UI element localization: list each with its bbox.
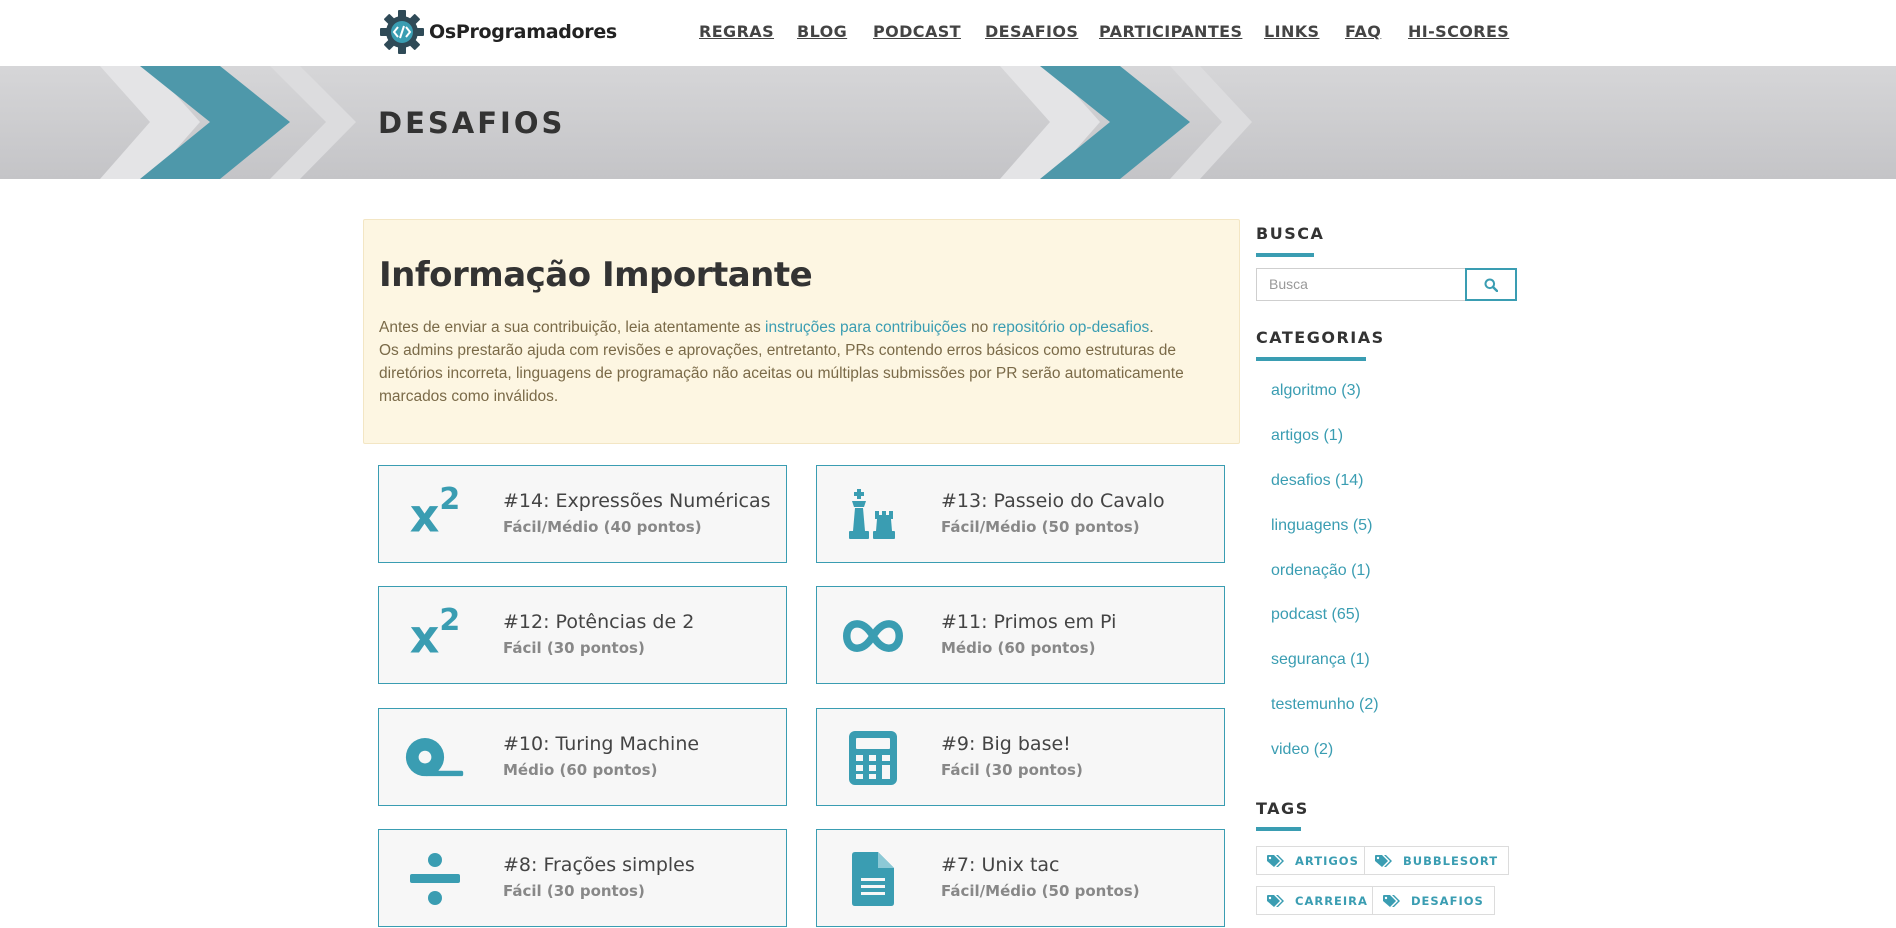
category-testemunho[interactable]: testemunho (2) <box>1271 696 1379 714</box>
category-algoritmo[interactable]: algoritmo (3) <box>1271 382 1361 400</box>
challenge-difficulty: Fácil (30 pontos) <box>941 761 1083 779</box>
nav-podcast[interactable]: PODCAST <box>873 22 961 41</box>
gear-code-icon <box>380 10 424 54</box>
challenge-card[interactable]: #13: Passeio do Cavalo Fácil/Médio (50 p… <box>816 465 1225 563</box>
divide-icon <box>405 850 465 908</box>
nav-links[interactable]: LINKS <box>1264 22 1319 41</box>
nav-participantes[interactable]: PARTICIPANTES <box>1099 22 1242 41</box>
tag-label: BUBBLESORT <box>1403 853 1499 868</box>
tags-icon <box>1375 854 1392 867</box>
tag-artigos[interactable]: ARTIGOS <box>1256 846 1370 875</box>
tag-desafios[interactable]: DESAFIOS <box>1372 886 1495 915</box>
challenge-title: #10: Turing Machine <box>503 733 700 755</box>
heading-underline <box>1256 827 1301 831</box>
category-seguranca[interactable]: segurança (1) <box>1271 651 1370 669</box>
chevron-banner-decoration <box>100 66 1252 179</box>
tag-label: DESAFIOS <box>1411 893 1484 908</box>
challenge-title: #11: Primos em Pi <box>941 611 1117 633</box>
file-text-icon <box>843 850 903 908</box>
challenge-card[interactable]: x2 #12: Potências de 2 Fácil (30 pontos) <box>378 586 787 684</box>
search-button[interactable] <box>1465 268 1517 301</box>
category-video[interactable]: video (2) <box>1271 741 1333 759</box>
tag-bubblesort[interactable]: BUBBLESORT <box>1364 846 1510 875</box>
challenge-card[interactable]: #8: Frações simples Fácil (30 pontos) <box>378 829 787 927</box>
category-desafios[interactable]: desafios (14) <box>1271 472 1364 490</box>
tags-icon <box>1383 894 1400 907</box>
site-logo[interactable]: OsProgramadores <box>379 9 617 55</box>
tags-heading: TAGS <box>1256 799 1309 818</box>
info-body: Antes de enviar a sua contribuição, leia… <box>379 316 1229 408</box>
category-artigos[interactable]: artigos (1) <box>1271 427 1343 445</box>
challenge-difficulty: Médio (60 pontos) <box>503 761 658 779</box>
tag-carreira[interactable]: CARREIRA <box>1256 886 1379 915</box>
challenge-title: #13: Passeio do Cavalo <box>941 490 1165 512</box>
categories-heading: CATEGORIAS <box>1256 328 1385 347</box>
nav-regras[interactable]: REGRAS <box>699 22 774 41</box>
challenge-difficulty: Fácil/Médio (50 pontos) <box>941 518 1140 536</box>
category-linguagens[interactable]: linguagens (5) <box>1271 517 1372 535</box>
info-text: . <box>1149 319 1154 336</box>
info-text: Antes de enviar a sua contribuição, leia… <box>379 319 766 336</box>
infinity-icon <box>843 607 903 665</box>
tape-icon <box>405 729 465 787</box>
challenge-title: #9: Big base! <box>941 733 1071 755</box>
top-header: OsProgramadores REGRAS BLOG PODCAST DESA… <box>0 0 1896 66</box>
challenge-title: #8: Frações simples <box>503 854 695 876</box>
brand-name: OsProgramadores <box>429 21 617 43</box>
search-heading: BUSCA <box>1256 224 1325 243</box>
nav-desafios[interactable]: DESAFIOS <box>985 22 1078 41</box>
calculator-icon <box>843 729 903 787</box>
nav-faq[interactable]: FAQ <box>1345 22 1381 41</box>
challenge-title: #7: Unix tac <box>941 854 1060 876</box>
tag-label: CARREIRA <box>1295 893 1368 908</box>
search-icon <box>1484 278 1498 292</box>
challenge-title: #12: Potências de 2 <box>503 611 695 633</box>
nav-blog[interactable]: BLOG <box>797 22 847 41</box>
challenge-difficulty: Fácil/Médio (50 pontos) <box>941 882 1140 900</box>
challenge-difficulty: Fácil/Médio (40 pontos) <box>503 518 702 536</box>
superscript-icon: x2 <box>409 482 461 543</box>
challenge-card[interactable]: #7: Unix tac Fácil/Médio (50 pontos) <box>816 829 1225 927</box>
info-title: Informação Importante <box>379 255 813 295</box>
tag-label: ARTIGOS <box>1295 853 1359 868</box>
heading-underline <box>1256 357 1366 361</box>
op-desafios-repo-link[interactable]: repositório op-desafios <box>993 319 1150 336</box>
challenge-difficulty: Fácil (30 pontos) <box>503 639 645 657</box>
important-info-box: Informação Importante Antes de enviar a … <box>363 219 1240 444</box>
page-banner: DESAFIOS <box>0 66 1896 179</box>
challenge-title: #14: Expressões Numéricas <box>503 490 771 512</box>
page-title: DESAFIOS <box>378 106 566 140</box>
challenge-difficulty: Médio (60 pontos) <box>941 639 1096 657</box>
tags-icon <box>1267 894 1284 907</box>
chess-icon <box>843 486 903 544</box>
tags-icon <box>1267 854 1284 867</box>
search-input[interactable]: Busca <box>1256 268 1466 301</box>
info-text: Os admins prestarão ajuda com revisões e… <box>379 342 1184 405</box>
heading-underline <box>1256 253 1314 257</box>
category-ordenacao[interactable]: ordenação (1) <box>1271 562 1371 580</box>
challenge-card[interactable]: #9: Big base! Fácil (30 pontos) <box>816 708 1225 806</box>
challenge-card[interactable]: #11: Primos em Pi Médio (60 pontos) <box>816 586 1225 684</box>
contribution-instructions-link[interactable]: instruções para contribuições <box>765 319 967 336</box>
superscript-icon: x2 <box>409 603 461 664</box>
challenge-card[interactable]: x2 #14: Expressões Numéricas Fácil/Médio… <box>378 465 787 563</box>
challenge-card[interactable]: #10: Turing Machine Médio (60 pontos) <box>378 708 787 806</box>
nav-hi-scores[interactable]: HI-SCORES <box>1408 22 1509 41</box>
challenge-difficulty: Fácil (30 pontos) <box>503 882 645 900</box>
category-podcast[interactable]: podcast (65) <box>1271 606 1360 624</box>
info-text: no <box>966 319 993 336</box>
